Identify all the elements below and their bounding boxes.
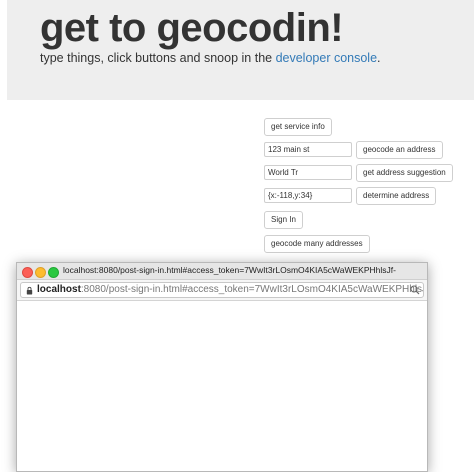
search-icon[interactable] — [410, 285, 420, 295]
get-address-suggestion-button[interactable]: get address suggestion — [356, 164, 453, 182]
popup-title: localhost:8080/post-sign-in.html#access_… — [63, 265, 396, 275]
popup-url-field[interactable]: localhost:8080/post-sign-in.html#access_… — [20, 282, 424, 298]
popup-titlebar[interactable]: localhost:8080/post-sign-in.html#access_… — [17, 263, 427, 280]
page-subtitle: type things, click buttons and snoop in … — [40, 51, 381, 65]
jumbotron-header: get to geocodin! type things, click butt… — [7, 0, 474, 100]
popup-address-bar: localhost:8080/post-sign-in.html#access_… — [17, 280, 427, 301]
developer-console-link[interactable]: developer console — [276, 51, 377, 65]
get-service-info-button[interactable]: get service info — [264, 118, 332, 136]
subtitle-period: . — [377, 51, 381, 65]
sign-in-button[interactable]: Sign In — [264, 211, 303, 229]
popup-url-path: :8080/post-sign-in.html#access_token=7Ww… — [80, 284, 424, 295]
determine-address-button[interactable]: determine address — [356, 187, 437, 205]
close-window-button[interactable] — [22, 267, 33, 278]
lock-icon — [26, 286, 33, 295]
location-input[interactable]: {x:-118,y:34} — [264, 188, 352, 203]
minimize-window-button[interactable] — [35, 267, 46, 278]
suggest-input[interactable]: World Tr — [264, 165, 352, 180]
geocode-many-addresses-button[interactable]: geocode many addresses — [264, 235, 370, 253]
zoom-window-button[interactable] — [48, 267, 59, 278]
sign-in-popup-window[interactable]: localhost:8080/post-sign-in.html#access_… — [16, 262, 428, 472]
popup-page-content — [17, 301, 427, 471]
popup-url-host: localhost — [37, 284, 81, 295]
address-input[interactable]: 123 main st — [264, 142, 352, 157]
subtitle-text: type things, click buttons and snoop in … — [40, 51, 276, 65]
geocode-address-button[interactable]: geocode an address — [356, 141, 443, 159]
page-title: get to geocodin! — [40, 6, 344, 50]
popup-url-text: localhost:8080/post-sign-in.html#access_… — [37, 284, 424, 295]
